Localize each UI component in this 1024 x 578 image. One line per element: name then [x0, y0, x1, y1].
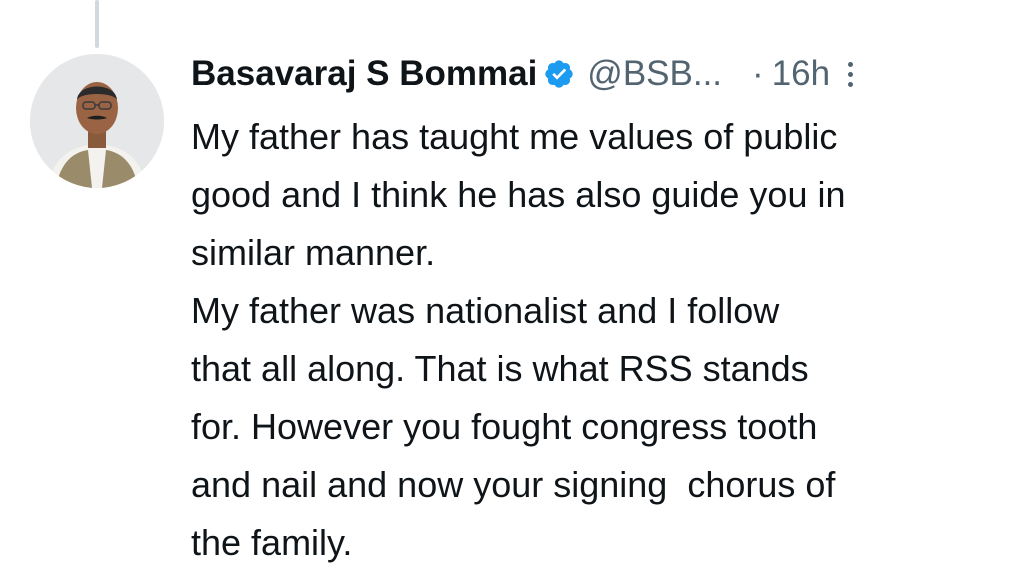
tweet-header: Basavaraj S Bommai @BSB... · 16h — [191, 52, 1001, 96]
tweet-text: My father has taught me values of public… — [191, 108, 1001, 572]
avatar[interactable] — [30, 54, 164, 188]
separator-dot: · — [752, 54, 764, 93]
author-name[interactable]: Basavaraj S Bommai — [191, 54, 537, 94]
timestamp[interactable]: 16h — [772, 54, 830, 94]
verified-badge-icon — [543, 58, 575, 90]
tweet-text-line: similar manner. — [191, 232, 436, 273]
tweet-text-line: My father has taught me values of public — [191, 116, 838, 157]
tweet: Basavaraj S Bommai @BSB... · 16h My fath… — [191, 52, 1001, 572]
tweet-text-line: that all along. That is what RSS stands — [191, 348, 809, 389]
tweet-text-line: My father was nationalist and I follow — [191, 290, 780, 331]
author-handle[interactable]: @BSB... — [587, 54, 722, 94]
thread-connector-line — [95, 0, 99, 48]
tweet-text-line: the family. — [191, 522, 353, 563]
tweet-text-line: and nail and now your signing chorus of — [191, 464, 836, 505]
more-dot — [848, 81, 854, 87]
more-options-icon[interactable] — [846, 58, 855, 91]
avatar-portrait-icon — [30, 54, 164, 188]
more-dot — [848, 71, 854, 77]
tweet-text-line: good and I think he has also guide you i… — [191, 174, 846, 215]
tweet-text-line: for. However you fought congress tooth — [191, 406, 818, 447]
more-dot — [848, 61, 854, 67]
